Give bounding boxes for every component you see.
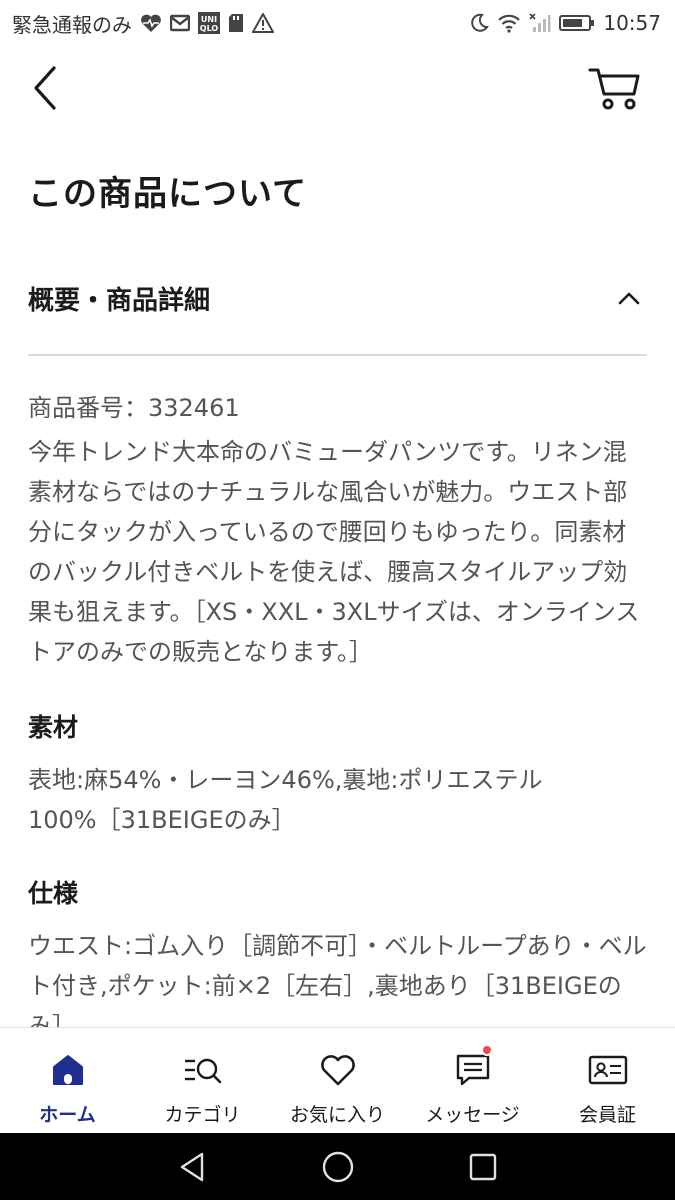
cellular-signal-off-icon [529, 12, 551, 34]
square-recents-icon [469, 1153, 496, 1180]
cart-button[interactable] [586, 64, 642, 112]
member-card-icon [588, 1050, 628, 1090]
message-icon [453, 1044, 493, 1090]
product-details: 商品番号：332461 今年トレンド大本命のバミューダパンツです。リネン混素材な… [28, 388, 650, 1046]
system-navigation-bar [0, 1133, 675, 1200]
wifi-icon [497, 13, 521, 33]
sd-card-icon [228, 13, 244, 33]
triangle-back-icon [180, 1152, 203, 1181]
notification-badge [480, 1044, 493, 1056]
system-back-button[interactable] [173, 1147, 213, 1187]
chevron-left-icon [34, 66, 56, 110]
status-left: 緊急通報のみ UNI QLO [12, 9, 274, 38]
nav-label-messages: メッセージ [425, 1104, 520, 1126]
nav-label-favorites: お気に入り [289, 1104, 385, 1126]
warning-icon [252, 13, 274, 33]
overview-accordion-header[interactable]: 概要・商品詳細 [28, 270, 647, 326]
spec-heading: 仕様 [28, 879, 79, 908]
emergency-calls-only-text: 緊急通報のみ [12, 12, 132, 37]
uniqlo-logo-line1: UNI [201, 15, 217, 24]
nav-label-home: ホーム [39, 1104, 96, 1126]
app-header [0, 46, 675, 130]
nav-label-category: カテゴリ [164, 1104, 241, 1126]
circle-home-icon [322, 1151, 353, 1182]
system-home-button[interactable] [318, 1147, 358, 1187]
nav-label-member-card: 会員証 [578, 1104, 636, 1126]
heart-icon [318, 1050, 358, 1090]
battery-icon [559, 14, 595, 32]
nav-item-member-card[interactable]: 会員証 [540, 1028, 675, 1133]
nav-item-category[interactable]: カテゴリ [135, 1028, 270, 1133]
system-recents-button[interactable] [463, 1147, 503, 1187]
back-button[interactable] [26, 64, 66, 112]
page-title: この商品について [28, 174, 307, 214]
gmail-icon [170, 14, 190, 32]
material-text: 表地:麻54%・レーヨン46%,裏地:ポリエステル100%［31BEIGEのみ］ [28, 766, 543, 834]
chevron-up-icon [618, 292, 640, 305]
status-bar: 緊急通報のみ UNI QLO 10:57 [0, 0, 675, 46]
nav-item-messages[interactable]: メッセージ [405, 1028, 540, 1133]
material-heading: 素材 [28, 713, 79, 742]
nav-item-home[interactable]: ホーム [0, 1028, 135, 1133]
moon-icon [469, 13, 490, 33]
product-number: 商品番号：332461 [28, 394, 240, 422]
nav-item-favorites[interactable]: お気に入り [270, 1028, 405, 1133]
section-divider [28, 354, 647, 356]
category-search-icon [183, 1050, 223, 1090]
uniqlo-logo-line2: QLO [200, 24, 219, 33]
product-description: 今年トレンド大本命のバミューダパンツです。リネン混素材ならではのナチュラルな風合… [28, 438, 640, 666]
uniqlo-logo-icon: UNI QLO [198, 12, 220, 34]
status-right: 10:57 [469, 11, 661, 35]
bottom-nav: ホーム カテゴリ お気に入り メッセージ 会員証 [0, 1027, 675, 1133]
home-icon [48, 1050, 88, 1090]
heart-pulse-icon [140, 13, 162, 33]
clock-text: 10:57 [603, 11, 661, 35]
cart-icon [588, 68, 640, 110]
section-title: 概要・商品詳細 [28, 285, 211, 316]
